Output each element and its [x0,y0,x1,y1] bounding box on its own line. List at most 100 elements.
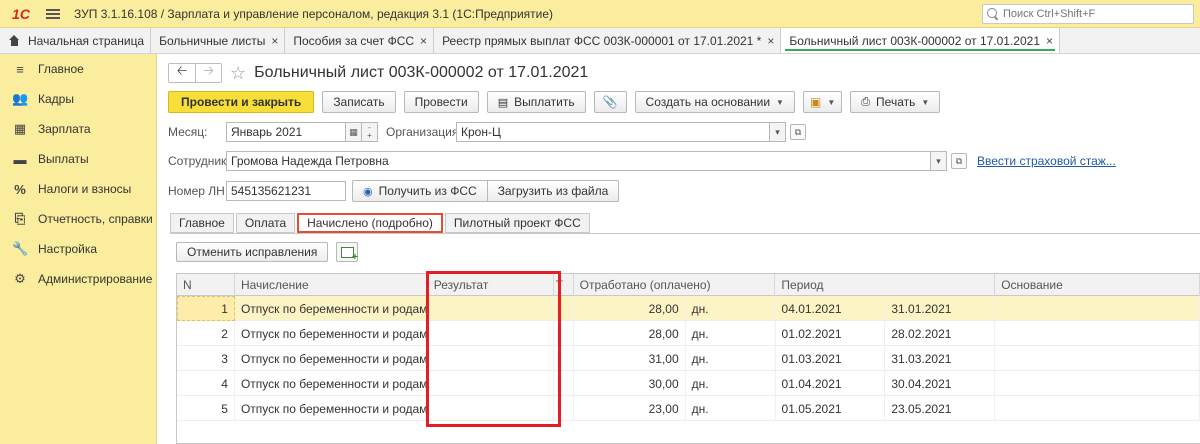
column-header-period[interactable]: Период [775,274,996,296]
pay-button-label: Выплатить [514,95,575,109]
get-from-fss-button[interactable]: ◉ Получить из ФСС [352,180,488,202]
close-icon[interactable]: × [1046,34,1053,48]
paperclip-icon: 📎 [602,95,618,109]
main-menu-icon[interactable] [46,8,60,19]
t-cell [554,371,574,396]
print-button[interactable]: ⎙ Печать ▼ [850,91,941,113]
tab-main[interactable]: Главное [170,213,234,233]
attach-button[interactable]: 📎 [593,91,627,113]
back-button[interactable]: 🡠 [169,63,195,82]
period-from-cell: 04.01.2021 [776,296,886,321]
table-row[interactable]: 3 Отпуск по беременности и родам 31,00 д… [177,346,1200,371]
related-docs-button[interactable]: ▣ ▼ [802,91,843,113]
column-header-worked[interactable]: Отработано (оплачено) [574,274,776,296]
employee-label: Сотрудник: [168,154,230,168]
forward-button[interactable]: 🡢 [195,63,221,82]
sidebar-item-label: Зарплата [38,122,91,136]
period-to-cell: 28.02.2021 [885,321,996,346]
document-icon: ▤ [497,96,509,109]
result-cell[interactable] [428,296,554,321]
table-header: N Начисление Результат Т Отработано (опл… [177,274,1200,296]
print-button-label: Печать [876,95,916,109]
employee-field[interactable]: Громова Надежда Петровна [226,151,931,171]
organization-dropdown[interactable]: ▾ [770,122,786,142]
basis-cell [995,321,1200,346]
insurance-experience-link[interactable]: Ввести страховой стаж... [977,154,1116,168]
people-icon: 👥 [12,91,29,106]
ln-number-field[interactable]: 545135621231 [226,181,346,201]
month-label: Месяц: [168,125,208,139]
unit-cell: дн. [686,321,776,346]
pay-button[interactable]: ▤ Выплатить [486,91,586,113]
column-header-n[interactable]: N [177,274,235,296]
sidebar-item-payments[interactable]: ▬ Выплаты [0,144,156,174]
global-search[interactable] [982,4,1194,24]
tab-home[interactable]: Начальная страница [0,28,152,53]
column-header-t[interactable]: Т [554,274,574,296]
sidebar-item-reports[interactable]: ⎘ Отчетность, справки [0,204,156,234]
search-input[interactable] [1003,8,1183,20]
load-from-file-button[interactable]: Загрузить из файла [486,180,620,202]
accruals-table: N Начисление Результат Т Отработано (опл… [176,273,1200,444]
sidebar-item-label: Настройка [38,242,98,256]
tab-label: Больничный лист 003К-000002 от 17.01.202… [789,33,1041,48]
month-field[interactable]: Январь 2021 [226,122,346,142]
basis-cell [995,371,1200,396]
tab-fss-pilot[interactable]: Пилотный проект ФСС [444,213,590,233]
close-icon[interactable]: × [271,34,278,48]
add-row-button[interactable] [336,242,359,263]
sidebar-item-admin[interactable]: ⚙ Администрирование [0,264,156,294]
table-row[interactable]: 4 Отпуск по беременности и родам 30,00 д… [177,371,1200,396]
tab-sick-leaves[interactable]: Больничные листы × [151,28,286,53]
sidebar-item-main[interactable]: ≡ Главное [0,54,156,84]
table-row[interactable]: 1 Отпуск по беременности и родам 28,00 д… [177,296,1200,321]
fss-icon: ◉ [363,185,373,198]
column-header-result[interactable]: Результат [428,274,554,296]
employee-dropdown[interactable]: ▾ [931,151,947,171]
month-stepper[interactable]: - + [362,122,378,142]
open-employee-icon[interactable]: ⧉ [951,153,967,169]
history-nav: 🡠 🡢 [168,63,222,83]
worked-cell: 23,00 [574,396,686,421]
tab-sick-leave-doc[interactable]: Больничный лист 003К-000002 от 17.01.202… [781,28,1061,53]
sidebar-item-salary[interactable]: ▦ Зарплата [0,114,156,144]
tab-payment[interactable]: Оплата [235,213,296,233]
sidebar-item-hr[interactable]: 👥 Кадры [0,84,156,114]
close-icon[interactable]: × [420,34,427,48]
post-and-close-button[interactable]: Провести и закрыть [168,91,315,113]
row-number: 5 [177,396,235,421]
table-row[interactable]: 5 Отпуск по беременности и родам 23,00 д… [177,396,1200,421]
month-org-row: Месяц: Январь 2021 ▦ - + Организация: Кро… [168,122,806,142]
save-button[interactable]: Записать [322,91,396,113]
tab-label: Пособия за счет ФСС [293,33,415,48]
worked-cell: 30,00 [574,371,686,396]
calendar-icon[interactable]: ▦ [346,122,362,142]
column-header-accrual[interactable]: Начисление [235,274,428,296]
period-to-cell: 23.05.2021 [885,396,996,421]
table-add-icon [340,246,358,263]
percent-icon: % [14,181,26,197]
tab-fss-registry[interactable]: Реестр прямых выплат ФСС 003К-000001 от … [434,28,782,53]
result-cell[interactable] [428,396,554,421]
home-icon [8,35,20,46]
organization-field[interactable]: Крон-Ц [456,122,770,142]
table-row[interactable]: 2 Отпуск по беременности и родам 28,00 д… [177,321,1200,346]
create-based-button[interactable]: Создать на основании ▼ [634,91,795,113]
close-icon[interactable]: × [767,34,774,48]
tab-accrued-detailed[interactable]: Начислено (подробно) [297,213,443,233]
result-cell[interactable] [428,346,554,371]
sidebar-item-settings[interactable]: 🔧 Настройка [0,234,156,264]
period-from-cell: 01.03.2021 [776,346,886,371]
post-button[interactable]: Провести [403,91,479,113]
tab-fss-benefits[interactable]: Пособия за счет ФСС × [285,28,435,53]
sidebar-item-taxes[interactable]: % Налоги и взносы [0,174,156,204]
cancel-corrections-button[interactable]: Отменить исправления [176,242,329,262]
page-title: Больничный лист 003К-000002 от 17.01.202… [254,64,589,81]
open-organization-icon[interactable]: ⧉ [790,124,806,140]
favorite-star-icon[interactable]: ☆ [230,64,246,82]
unit-cell: дн. [686,371,776,396]
result-cell[interactable] [428,371,554,396]
column-header-basis[interactable]: Основание [995,274,1200,296]
result-cell[interactable] [428,321,554,346]
basis-cell [995,296,1200,321]
